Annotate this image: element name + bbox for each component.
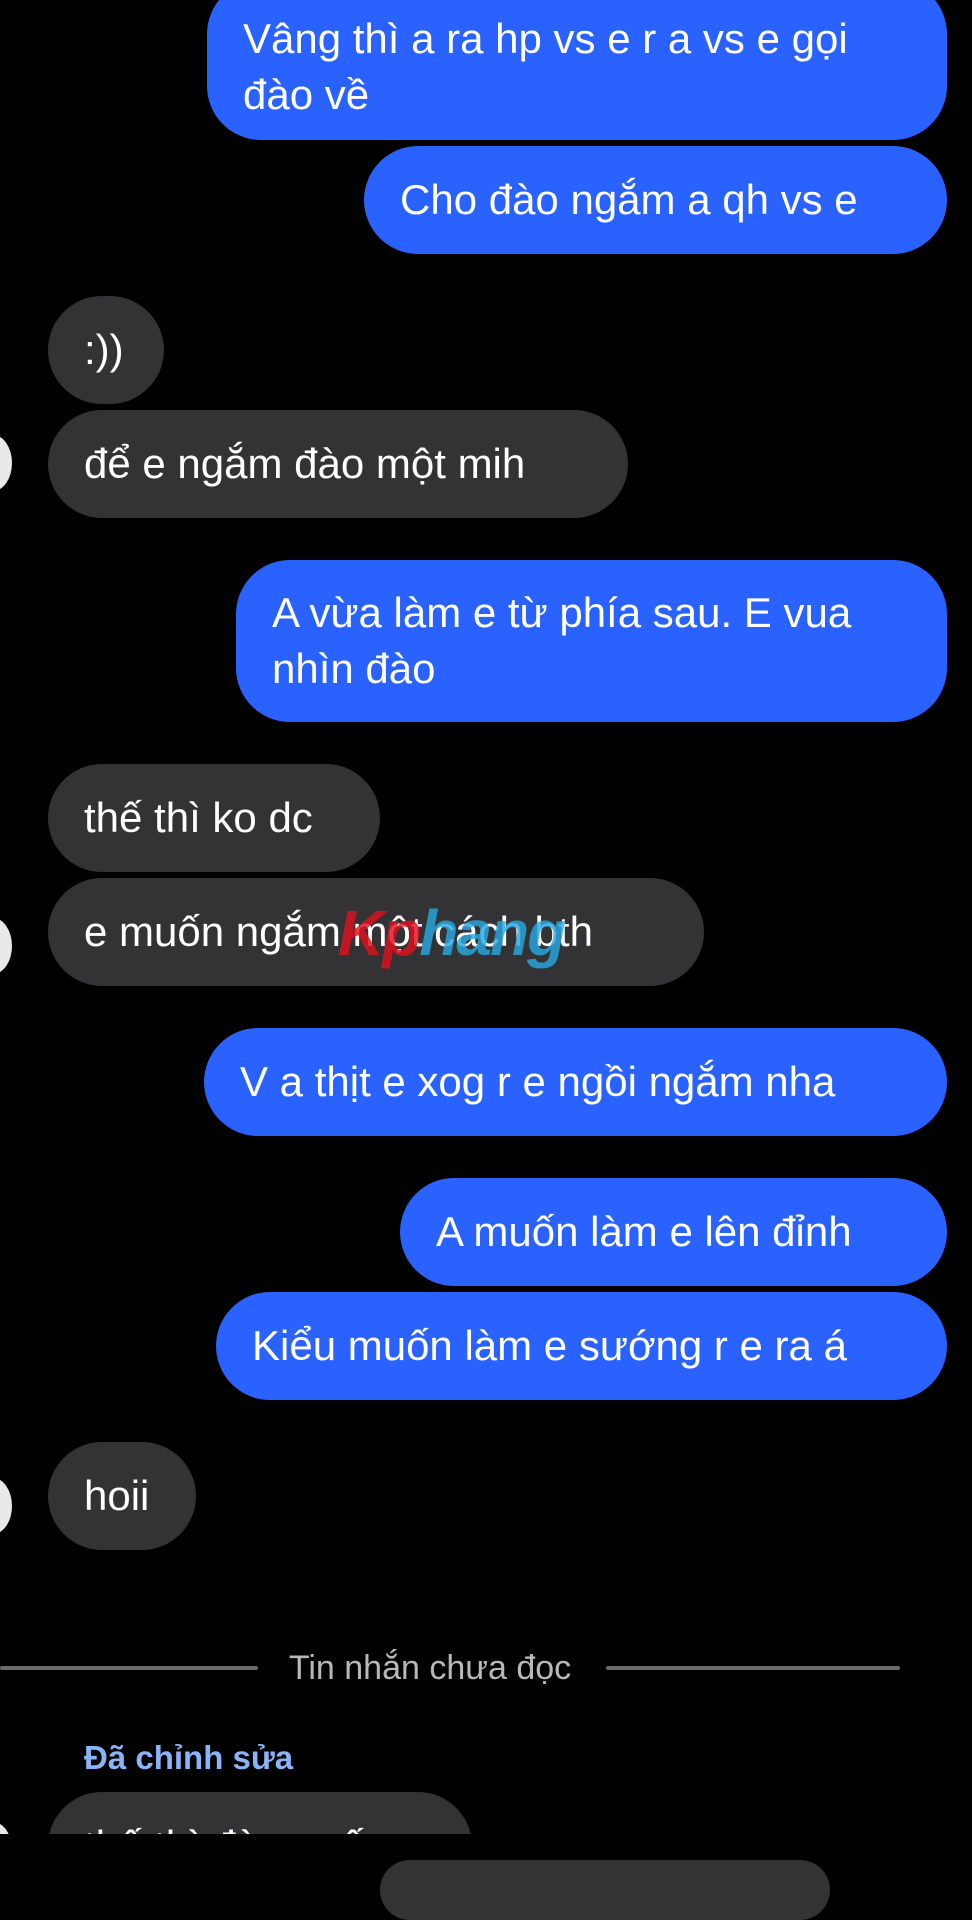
message-bubble-received[interactable]: để e ngắm đào một mih: [48, 410, 628, 518]
message-bubble-sent[interactable]: Kiểu muốn làm e sướng r e ra á: [216, 1292, 947, 1400]
unread-divider-label: Tin nhắn chưa đọc: [288, 1649, 572, 1687]
message-bubble-received[interactable]: hoii: [48, 1442, 196, 1550]
message-text: V a thịt e xog r e ngồi ngắm nha: [240, 1058, 836, 1105]
message-bubble-sent[interactable]: A muốn làm e lên đỉnh: [400, 1178, 947, 1286]
message-bubble-received[interactable]: e muốn ngắm một cách bth: [48, 878, 704, 986]
message-text: :)): [84, 326, 124, 373]
message-text: thế thì ko dc: [84, 794, 313, 841]
sender-avatar[interactable]: [0, 1822, 12, 1834]
bottom-partial-bubble[interactable]: [380, 1860, 830, 1920]
sender-avatar[interactable]: [0, 1478, 12, 1534]
message-text: A muốn làm e lên đỉnh: [436, 1208, 852, 1255]
unread-divider-left-line: [0, 1666, 258, 1670]
message-text: hoii: [84, 1472, 150, 1519]
message-text: e muốn ngắm một cách bth: [84, 908, 593, 955]
message-text: Cho đào ngắm a qh vs e: [400, 176, 858, 223]
message-bubble-received[interactable]: thế thì ko dc: [48, 764, 380, 872]
message-bubble-received[interactable]: thế thì đào ... ấy: [48, 1792, 472, 1834]
message-text: thế thì đào ... ấy: [84, 1818, 385, 1834]
sender-avatar[interactable]: [0, 435, 12, 491]
message-text: Vâng thì a ra hp vs e r a vs e gọi đào v…: [243, 15, 848, 118]
message-bubble-received[interactable]: :)): [48, 296, 164, 404]
message-text: Kiểu muốn làm e sướng r e ra á: [252, 1322, 847, 1369]
message-bubble-sent[interactable]: Cho đào ngắm a qh vs e: [364, 146, 947, 254]
message-bubble-sent[interactable]: V a thịt e xog r e ngồi ngắm nha: [204, 1028, 947, 1136]
message-text: để e ngắm đào một mih: [84, 440, 526, 487]
sender-avatar[interactable]: [0, 918, 12, 974]
message-clip-area: thế thì đào ... ấy: [0, 1780, 972, 1834]
message-bubble-sent[interactable]: A vừa làm e từ phía sau. E vua nhìn đào: [236, 560, 947, 722]
message-text: A vừa làm e từ phía sau. E vua nhìn đào: [272, 589, 852, 692]
edited-label: Đã chỉnh sửa: [84, 1739, 294, 1776]
unread-divider-right-line: [606, 1666, 900, 1670]
message-bubble-sent[interactable]: Vâng thì a ra hp vs e r a vs e gọi đào v…: [207, 0, 947, 140]
